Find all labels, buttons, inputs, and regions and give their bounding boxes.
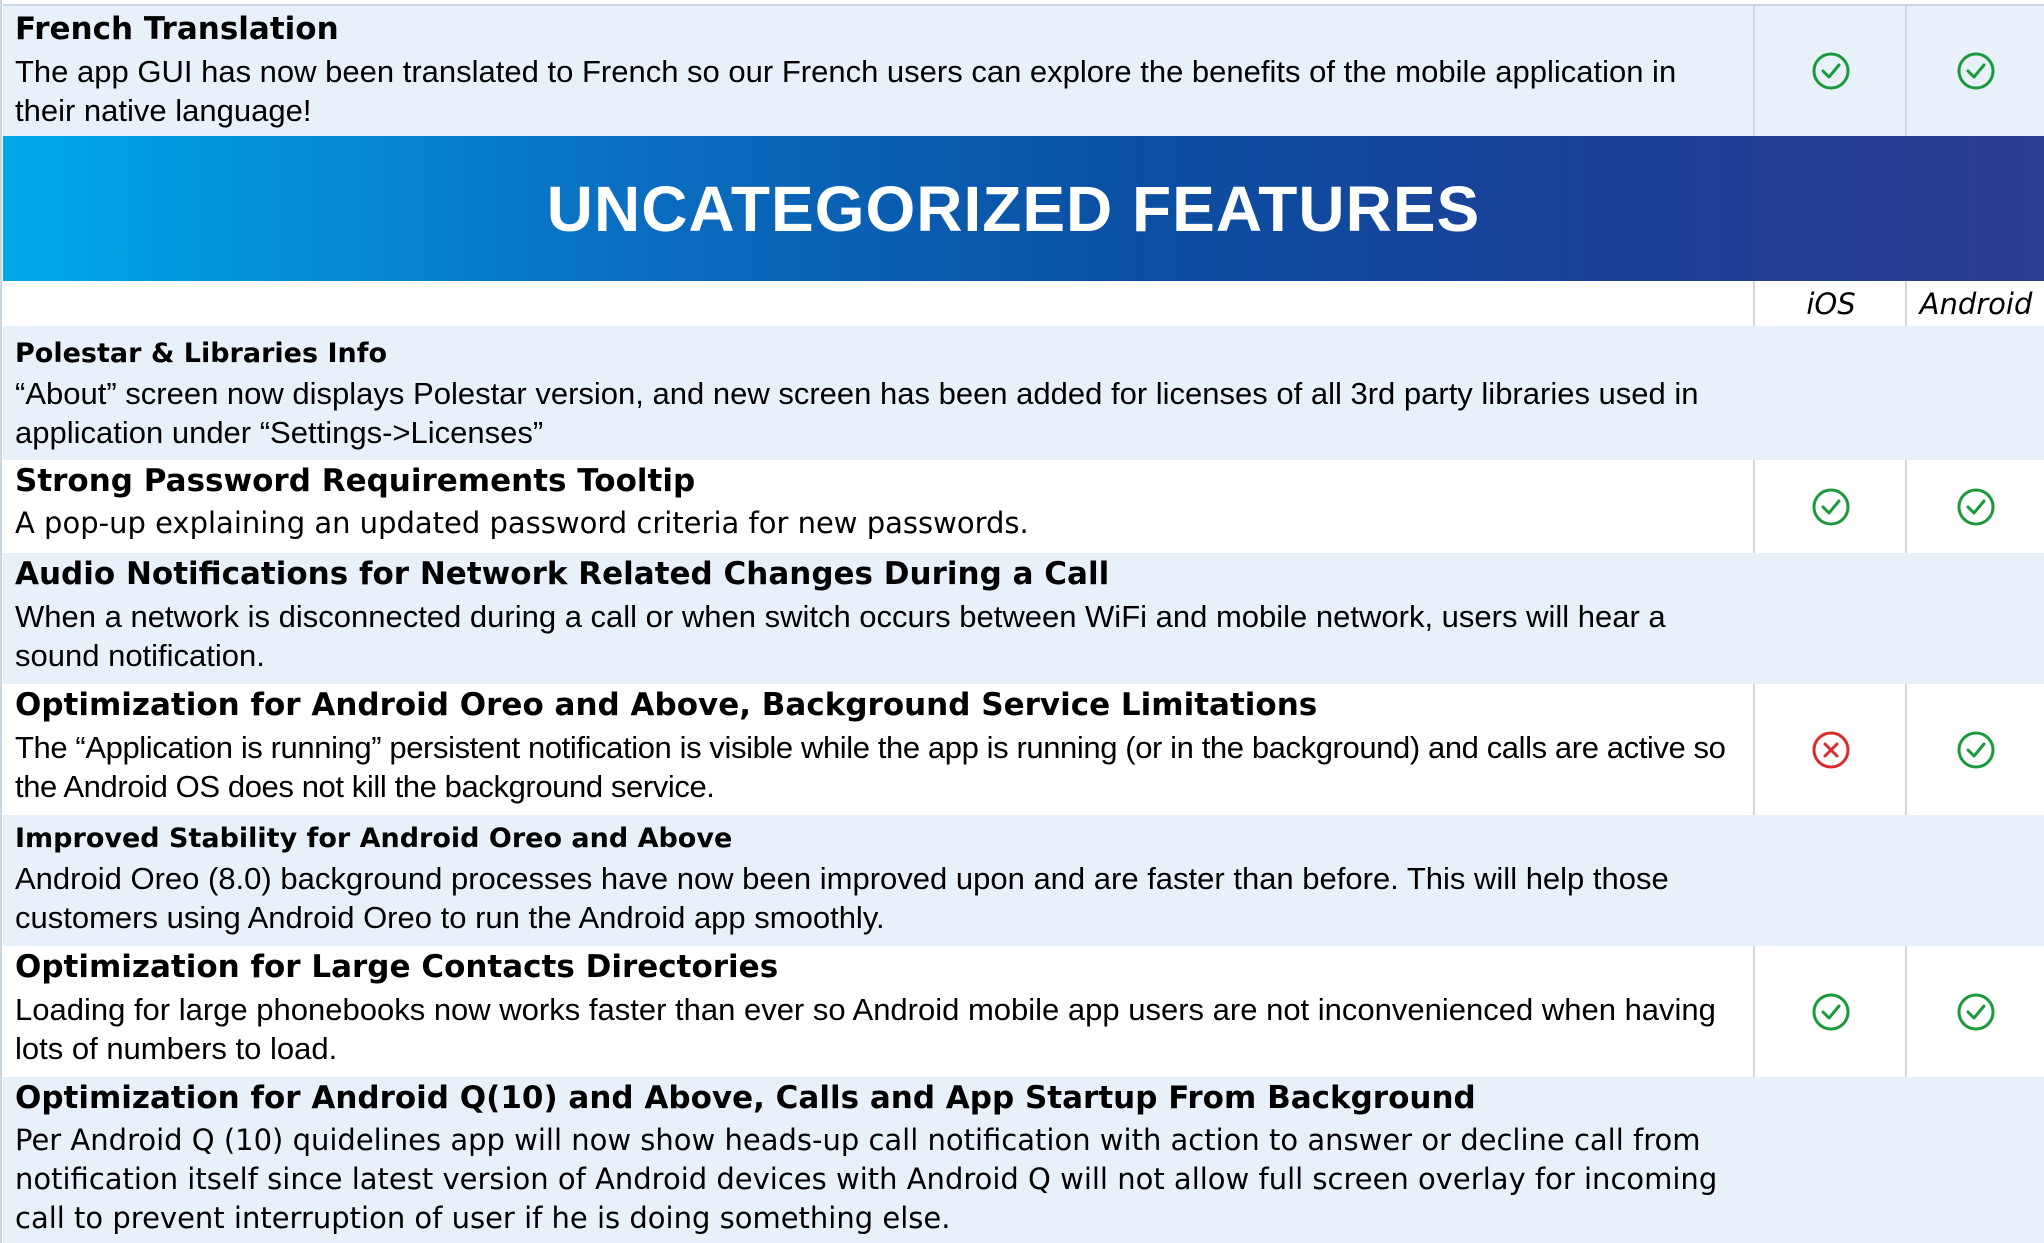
android-support-cell [1908,946,2044,1077]
column-divider [1753,460,1755,553]
cross-circle-icon [1811,730,1851,770]
column-divider [1753,281,1755,326]
feature-table: French Translation The app GUI has now b… [0,0,2044,1243]
feature-row: Optimization for Android Q(10) and Above… [3,1077,2044,1243]
feature-text: Optimization for Large Contacts Director… [15,946,1745,1068]
column-divider [1753,6,1755,136]
feature-row: Improved Stability for Android Oreo and … [3,815,2044,946]
feature-row: Optimization for Android Oreo and Above,… [3,684,2044,815]
check-circle-icon [1811,487,1851,527]
ios-support-cell [1756,460,1906,553]
feature-title: Optimization for Android Q(10) and Above… [15,1080,1476,1116]
section-banner: UNCATEGORIZED FEATURES [3,136,2044,281]
feature-description: The “Application is running” persistent … [15,730,1726,804]
feature-row: Strong Password Requirements Tooltip A p… [3,460,2044,553]
feature-title: Polestar & Libraries Info [15,338,388,369]
check-circle-icon [1956,487,1996,527]
feature-text: French Translation The app GUI has now b… [15,6,1745,130]
check-circle-icon [1956,51,1996,91]
feature-description: Android Oreo (8.0) background processes … [15,861,1669,935]
feature-text: Optimization for Android Q(10) and Above… [15,1077,1745,1238]
check-circle-icon [1811,992,1851,1032]
column-divider [1753,946,1755,1077]
check-circle-icon [1956,992,1996,1032]
feature-row: Audio Notifications for Network Related … [3,553,2044,684]
column-divider [1753,684,1755,815]
feature-description: Loading for large phonebooks now works f… [15,992,1716,1066]
feature-description: The app GUI has now been translated to F… [15,54,1677,128]
check-circle-icon [1811,51,1851,91]
feature-description: When a network is disconnected during a … [15,599,1666,673]
ios-support-cell [1756,6,1906,136]
ios-support-cell [1756,684,1906,815]
feature-text: Strong Password Requirements Tooltip A p… [15,460,1745,543]
feature-title: Audio Notifications for Network Related … [15,556,1110,592]
left-border [0,0,3,1243]
android-support-cell [1908,684,2044,815]
feature-description: Per Android Q (10) quidelines app will n… [15,1123,1718,1235]
feature-title: French Translation [15,11,339,47]
feature-row: Optimization for Large Contacts Director… [3,946,2044,1077]
android-column-header: Android [1919,286,2033,321]
feature-description: A pop-up explaining an updated password … [15,506,1029,540]
section-title: UNCATEGORIZED FEATURES [546,172,1481,245]
feature-title: Optimization for Android Oreo and Above,… [15,687,1318,723]
check-circle-icon [1956,730,1996,770]
android-support-cell [1908,460,2044,553]
feature-row: Polestar & Libraries Info “About” screen… [3,326,2044,460]
feature-text: Audio Notifications for Network Related … [15,553,1745,675]
column-header-row: iOS Android [3,281,2044,326]
feature-row-french-translation: French Translation The app GUI has now b… [3,6,2044,136]
feature-title: Optimization for Large Contacts Director… [15,949,779,985]
feature-title: Strong Password Requirements Tooltip [15,463,696,499]
feature-text: Optimization for Android Oreo and Above,… [15,684,1745,806]
feature-text: Polestar & Libraries Info “About” screen… [15,326,1745,452]
ios-support-cell [1756,946,1906,1077]
ios-column-header: iOS [1806,286,1856,321]
feature-title: Improved Stability for Android Oreo and … [15,823,733,854]
feature-text: Improved Stability for Android Oreo and … [15,815,1745,937]
top-border [0,0,2044,6]
android-support-cell [1908,6,2044,136]
feature-description: “About” screen now displays Polestar ver… [15,376,1699,450]
